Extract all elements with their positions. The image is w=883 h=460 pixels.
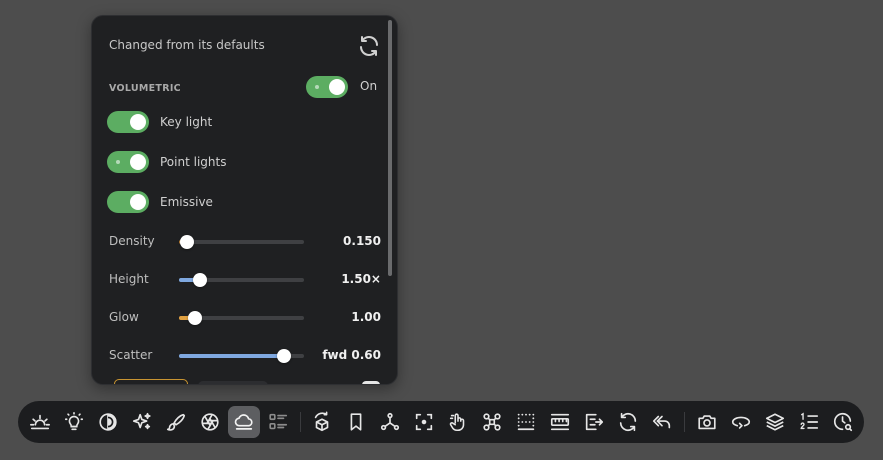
hand-pointer-button[interactable] bbox=[442, 406, 474, 438]
section-label: VOLUMETRIC bbox=[109, 83, 181, 94]
grid-dots-icon bbox=[517, 413, 535, 431]
list-icon bbox=[269, 413, 288, 430]
slider-fill bbox=[179, 354, 284, 358]
sunrise-icon bbox=[30, 414, 50, 430]
lightbulb-icon bbox=[64, 412, 84, 431]
bottom-toolbar bbox=[18, 401, 864, 443]
list-button[interactable] bbox=[262, 406, 294, 438]
focus-button[interactable] bbox=[408, 406, 440, 438]
key-light-label: Key light bbox=[160, 115, 213, 129]
panel-scrollbar[interactable] bbox=[388, 20, 392, 276]
cube-rotate-icon bbox=[314, 411, 329, 432]
drone-button[interactable] bbox=[476, 406, 508, 438]
slider-thumb[interactable] bbox=[193, 273, 208, 287]
density-value: 0.150 bbox=[343, 234, 381, 248]
reset-defaults-button[interactable] bbox=[357, 34, 381, 58]
height-value: 1.50× bbox=[341, 272, 381, 286]
bookmark-button[interactable] bbox=[340, 406, 372, 438]
orbit-button[interactable] bbox=[725, 406, 757, 438]
scatter-slider[interactable] bbox=[179, 349, 304, 363]
layers-button[interactable] bbox=[759, 406, 791, 438]
camera-icon bbox=[698, 415, 716, 430]
sparkles-icon bbox=[132, 412, 151, 430]
time-search-button[interactable] bbox=[827, 406, 859, 438]
key-light-toggle[interactable] bbox=[107, 111, 149, 133]
scatter-label: Scatter bbox=[109, 348, 153, 362]
scatter-value: fwd 0.60 bbox=[322, 348, 381, 362]
aperture-icon bbox=[201, 413, 219, 431]
partial-tab[interactable] bbox=[362, 381, 380, 384]
contrast-icon bbox=[99, 413, 117, 431]
aperture-button[interactable] bbox=[194, 406, 226, 438]
toggle-knob bbox=[130, 194, 146, 210]
camera-button[interactable] bbox=[691, 406, 723, 438]
slider-thumb[interactable] bbox=[188, 311, 203, 325]
panel-header: Changed from its defaults bbox=[109, 38, 265, 52]
toolbar-divider bbox=[684, 412, 685, 432]
glow-label: Glow bbox=[109, 310, 139, 324]
brush-button[interactable] bbox=[160, 406, 192, 438]
partial-tab[interactable] bbox=[198, 381, 268, 384]
toggle-knob bbox=[130, 114, 146, 130]
density-slider[interactable] bbox=[179, 235, 304, 249]
ruler-icon bbox=[550, 413, 570, 431]
toggle-knob bbox=[130, 154, 146, 170]
sparkles-button[interactable] bbox=[126, 406, 158, 438]
contrast-button[interactable] bbox=[92, 406, 124, 438]
nodes-button[interactable] bbox=[374, 406, 406, 438]
layers-icon bbox=[765, 413, 785, 431]
sunrise-button[interactable] bbox=[24, 406, 56, 438]
volumetric-state: On bbox=[360, 79, 378, 93]
orbit-icon bbox=[731, 416, 751, 429]
numbered-list-button[interactable] bbox=[793, 406, 825, 438]
emissive-label: Emissive bbox=[160, 195, 213, 209]
glow-slider[interactable] bbox=[179, 311, 304, 325]
slider-thumb[interactable] bbox=[179, 235, 194, 249]
cube-rotate-button[interactable] bbox=[306, 406, 338, 438]
emissive-toggle[interactable] bbox=[107, 191, 149, 213]
refresh-icon bbox=[360, 36, 378, 56]
slider-thumb[interactable] bbox=[277, 349, 291, 363]
partial-tab[interactable] bbox=[114, 379, 188, 384]
volumetric-toggle[interactable] bbox=[306, 76, 348, 98]
export-button[interactable] bbox=[578, 406, 610, 438]
lightbulb-button[interactable] bbox=[58, 406, 90, 438]
fog-cloud-icon bbox=[234, 414, 253, 430]
toolbar-divider bbox=[300, 412, 301, 432]
reply-icon bbox=[652, 415, 671, 429]
glow-value: 1.00 bbox=[351, 310, 381, 324]
ruler-button[interactable] bbox=[544, 406, 576, 438]
reply-button[interactable] bbox=[646, 406, 678, 438]
sync-button[interactable] bbox=[612, 406, 644, 438]
toggle-dot bbox=[116, 160, 120, 164]
bookmark-icon bbox=[350, 413, 362, 431]
nodes-icon bbox=[380, 412, 400, 431]
density-label: Density bbox=[109, 234, 155, 248]
height-label: Height bbox=[109, 272, 149, 286]
brush-icon bbox=[166, 413, 186, 431]
point-lights-label: Point lights bbox=[160, 155, 227, 169]
export-icon bbox=[585, 413, 604, 431]
focus-icon bbox=[415, 413, 433, 431]
toggle-knob bbox=[329, 79, 345, 95]
refresh-icon bbox=[619, 412, 637, 432]
fog-cloud-button[interactable] bbox=[228, 406, 260, 438]
drone-icon bbox=[483, 413, 501, 431]
settings-panel: Changed from its defaults VOLUMETRIC On … bbox=[91, 15, 398, 385]
height-slider[interactable] bbox=[179, 273, 304, 287]
toggle-dot bbox=[315, 85, 319, 89]
time-search-icon bbox=[833, 412, 853, 432]
point-lights-toggle[interactable] bbox=[107, 151, 149, 173]
numbered-list-icon bbox=[800, 412, 819, 430]
grid-dots-button[interactable] bbox=[510, 406, 542, 438]
hand-pointer-icon bbox=[449, 413, 465, 432]
